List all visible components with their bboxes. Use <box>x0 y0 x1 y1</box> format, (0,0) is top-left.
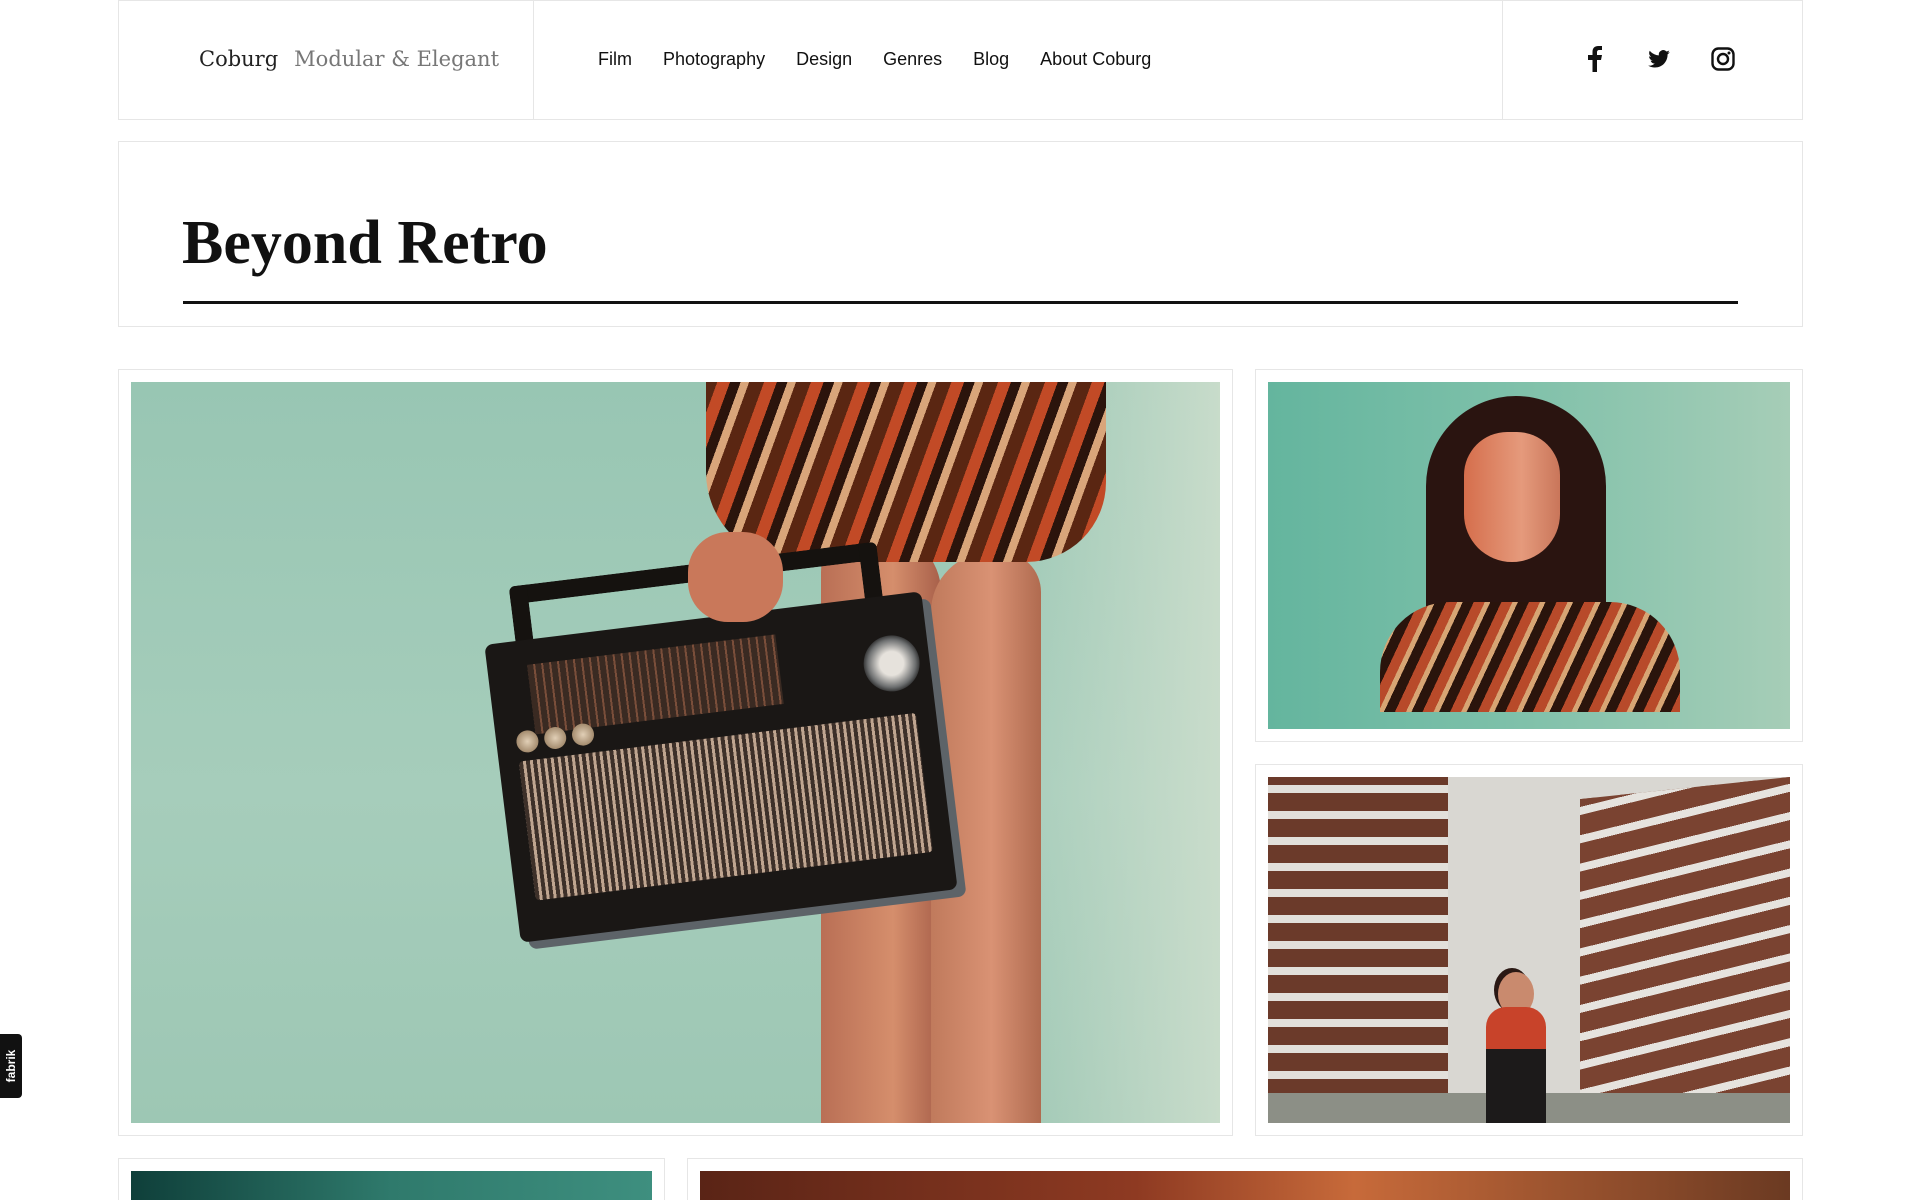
twitter-icon[interactable] <box>1645 45 1673 73</box>
photo-radio-knob <box>860 632 923 695</box>
nav-item-genres[interactable]: Genres <box>883 49 942 70</box>
social-links <box>1581 45 1737 73</box>
title-divider <box>183 301 1738 304</box>
main-navigation: Film Photography Design Genres Blog Abou… <box>533 0 1503 120</box>
site-name[interactable]: Coburg <box>199 47 278 71</box>
photo-radio <box>484 591 958 943</box>
fabrik-side-tab[interactable]: fabrik <box>0 1034 22 1098</box>
photo-hand <box>688 532 783 622</box>
nav-item-film[interactable]: Film <box>598 49 632 70</box>
site-brand[interactable]: Coburg Modular & Elegant <box>199 47 499 71</box>
gallery-item-towers[interactable] <box>1255 764 1803 1136</box>
photo-person-body <box>1486 1007 1546 1123</box>
nav-item-about-coburg[interactable]: About Coburg <box>1040 49 1151 70</box>
photo-woman-between-towers[interactable] <box>1268 777 1790 1123</box>
photo-woman-portrait[interactable] <box>1268 382 1790 729</box>
gallery-item-bottom-right[interactable] <box>687 1158 1803 1200</box>
photo-tower-block <box>1580 777 1790 1123</box>
photo-partial-warm[interactable] <box>700 1171 1790 1200</box>
site-tagline: Modular & Elegant <box>294 47 500 71</box>
gallery-item-radio[interactable] <box>118 369 1233 1136</box>
nav-item-design[interactable]: Design <box>796 49 852 70</box>
fabrik-tab-label: fabrik <box>4 1049 18 1083</box>
page-header: Beyond Retro <box>118 141 1803 327</box>
nav-item-photography[interactable]: Photography <box>663 49 765 70</box>
gallery-item-portrait[interactable] <box>1255 369 1803 742</box>
page-title: Beyond Retro <box>182 209 548 277</box>
photo-patterned-top <box>1380 602 1680 712</box>
instagram-icon[interactable] <box>1709 45 1737 73</box>
header-brand-panel: Coburg Modular & Elegant <box>118 0 534 120</box>
nav-item-blog[interactable]: Blog <box>973 49 1009 70</box>
photo-patterned-shirt <box>706 382 1106 562</box>
social-links-panel <box>1502 0 1803 120</box>
photo-tower-block <box>1268 777 1448 1123</box>
gallery-item-bottom-left[interactable] <box>118 1158 665 1200</box>
photo-face <box>1464 432 1560 562</box>
photo-partial-teal[interactable] <box>131 1171 652 1200</box>
photo-radio-dial <box>527 634 784 735</box>
photo-woman-with-radio[interactable] <box>131 382 1220 1123</box>
nav-menu: Film Photography Design Genres Blog Abou… <box>598 49 1182 70</box>
facebook-icon[interactable] <box>1581 45 1609 73</box>
